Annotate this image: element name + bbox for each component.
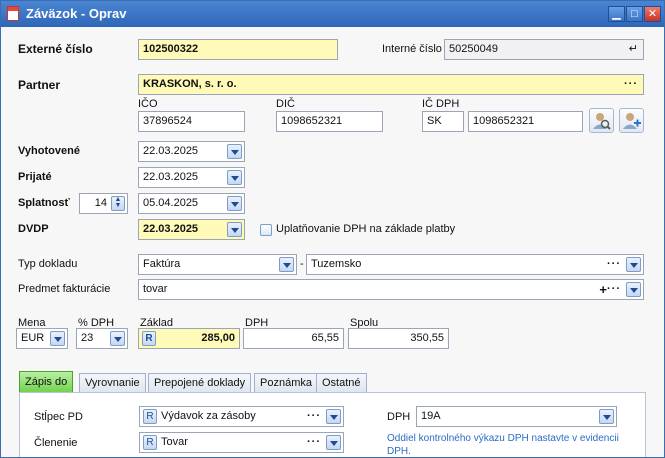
clenenie-label: Členenie	[34, 437, 78, 449]
interne-cislo-value: 50250049	[449, 43, 498, 55]
uplatnovanie-label: Uplatňovanie DPH na základe platby	[276, 223, 456, 235]
interne-cislo-input[interactable]: 50250049 ↵	[444, 39, 644, 60]
predmet-value: tovar	[143, 283, 168, 295]
region-select[interactable]: Tuzemsko ···	[306, 254, 644, 275]
tab-vyrovnanie[interactable]: Vyrovnanie	[79, 373, 146, 392]
chevron-down-icon[interactable]	[326, 409, 341, 424]
typ-dokladu-label: Typ dokladu	[18, 258, 78, 270]
tab-prepojene-doklady[interactable]: Prepojené doklady	[148, 373, 252, 392]
partner-more-button[interactable]: ···	[624, 75, 638, 94]
spinner-icon[interactable]: ▲ ▼	[111, 196, 125, 211]
splatnost-days-value: 14	[94, 197, 107, 209]
typ-dokladu-value: Faktúra	[143, 258, 181, 270]
person-add-icon	[623, 113, 641, 129]
chevron-down-icon[interactable]	[227, 222, 242, 237]
chevron-down-icon[interactable]	[110, 331, 125, 346]
clenenie-r-badge[interactable]: R	[143, 435, 157, 450]
minimize-button[interactable]: ▁	[608, 6, 625, 22]
prijate-value: 22.03.2025	[143, 171, 199, 183]
predmet-more-button[interactable]: ···	[607, 280, 621, 299]
externe-cislo-label: Externé číslo	[18, 42, 93, 56]
mena-value: EUR	[21, 332, 45, 344]
chevron-down-icon[interactable]	[227, 196, 242, 211]
region-more-button[interactable]: ···	[607, 255, 621, 274]
vyhotovene-value: 22.03.2025	[143, 145, 199, 157]
interne-cislo-label: Interné číslo	[382, 43, 442, 55]
stlpec-more-button[interactable]: ···	[307, 407, 321, 426]
chevron-down-icon[interactable]	[227, 144, 242, 159]
externe-cislo-input[interactable]: 102500322	[138, 39, 338, 60]
region-value: Tuzemsko	[311, 258, 362, 270]
splatnost-value: 05.04.2025	[143, 197, 199, 209]
pct-dph-value: 23	[81, 332, 94, 344]
chevron-down-icon[interactable]	[599, 409, 614, 424]
partner-value: KRASKON, s. r. o.	[143, 78, 237, 90]
zaklad-value: 285,00	[201, 332, 235, 344]
tab-panel: Stĺpec PD R Výdavok za zásoby ··· Členen…	[19, 392, 646, 457]
tab-ostatne[interactable]: Ostatné	[316, 373, 367, 392]
partner-add-button[interactable]	[619, 108, 644, 133]
add-icon[interactable]: +	[599, 280, 607, 299]
clenenie-select[interactable]: R Tovar ···	[139, 432, 344, 453]
chevron-down-icon[interactable]	[626, 282, 641, 297]
panel-dph-select[interactable]: 19A	[416, 406, 617, 427]
document-icon	[7, 6, 19, 21]
return-arrow-icon[interactable]: ↵	[629, 40, 638, 59]
ico-label: IČO	[138, 98, 158, 110]
dvdp-value: 22.03.2025	[143, 223, 199, 235]
partner-search-button[interactable]	[589, 108, 614, 133]
title-bar: Záväzok - Oprav ▁ □ ✕	[1, 1, 664, 27]
dvdp-label: DVDP	[18, 223, 49, 235]
clenenie-more-button[interactable]: ···	[307, 433, 321, 452]
stlpec-pd-select[interactable]: R Výdavok za zásoby ···	[139, 406, 344, 427]
stlpec-r-badge[interactable]: R	[143, 409, 157, 424]
dic-input[interactable]: 1098652321	[276, 111, 383, 132]
splatnost-days-stepper[interactable]: 14 ▲ ▼	[79, 193, 128, 214]
window-title: Záväzok - Oprav	[26, 6, 127, 21]
zaklad-input[interactable]: R 285,00	[138, 328, 240, 349]
pct-dph-select[interactable]: 23	[76, 328, 128, 349]
predmet-input[interactable]: tovar + ···	[138, 279, 644, 300]
maximize-button[interactable]: □	[626, 6, 643, 22]
stlpec-pd-value: Výdavok za zásoby	[161, 410, 256, 422]
person-search-icon	[593, 113, 611, 130]
chevron-down-icon[interactable]	[326, 435, 341, 450]
typ-separator: -	[300, 258, 304, 270]
partner-label: Partner	[18, 78, 61, 92]
window: Záväzok - Oprav ▁ □ ✕ Externé číslo 1025…	[0, 0, 665, 458]
tab-poznamka[interactable]: Poznámka	[254, 373, 318, 392]
stlpec-pd-label: Stĺpec PD	[34, 411, 83, 423]
splatnost-input[interactable]: 05.04.2025	[138, 193, 245, 214]
ico-input[interactable]: 37896524	[138, 111, 245, 132]
ic-dph-prefix-input[interactable]: SK	[422, 111, 464, 132]
dic-label: DIČ	[276, 98, 295, 110]
vyhotovene-input[interactable]: 22.03.2025	[138, 141, 245, 162]
vyhotovene-label: Vyhotovené	[18, 145, 80, 157]
ic-dph-input[interactable]: 1098652321	[468, 111, 583, 132]
spolu-input[interactable]: 350,55	[348, 328, 449, 349]
kvdph-hint: Oddiel kontrolného výkazu DPH nastavte v…	[387, 433, 619, 457]
ic-dph-label: IČ DPH	[422, 98, 460, 110]
dph-input[interactable]: 65,55	[243, 328, 344, 349]
partner-input[interactable]: KRASKON, s. r. o. ···	[138, 74, 644, 95]
clenenie-value: Tovar	[161, 436, 188, 448]
chevron-down-icon[interactable]	[50, 331, 65, 346]
mena-select[interactable]: EUR	[16, 328, 68, 349]
uplatnovanie-checkbox[interactable]	[260, 224, 272, 236]
chevron-down-icon[interactable]	[227, 170, 242, 185]
chevron-down-icon[interactable]	[279, 257, 294, 272]
dvdp-input[interactable]: 22.03.2025	[138, 219, 245, 240]
splatnost-label: Splatnosť	[18, 197, 70, 209]
typ-dokladu-select[interactable]: Faktúra	[138, 254, 297, 275]
panel-dph-value: 19A	[421, 410, 441, 422]
close-button[interactable]: ✕	[644, 6, 661, 22]
prijate-label: Prijaté	[18, 171, 52, 183]
tab-zapis-do[interactable]: Zápis do	[19, 371, 74, 393]
prijate-input[interactable]: 22.03.2025	[138, 167, 245, 188]
chevron-down-icon[interactable]	[626, 257, 641, 272]
predmet-label: Predmet fakturácie	[18, 283, 111, 295]
zaklad-r-badge[interactable]: R	[142, 331, 156, 346]
panel-dph-label: DPH	[387, 411, 411, 423]
